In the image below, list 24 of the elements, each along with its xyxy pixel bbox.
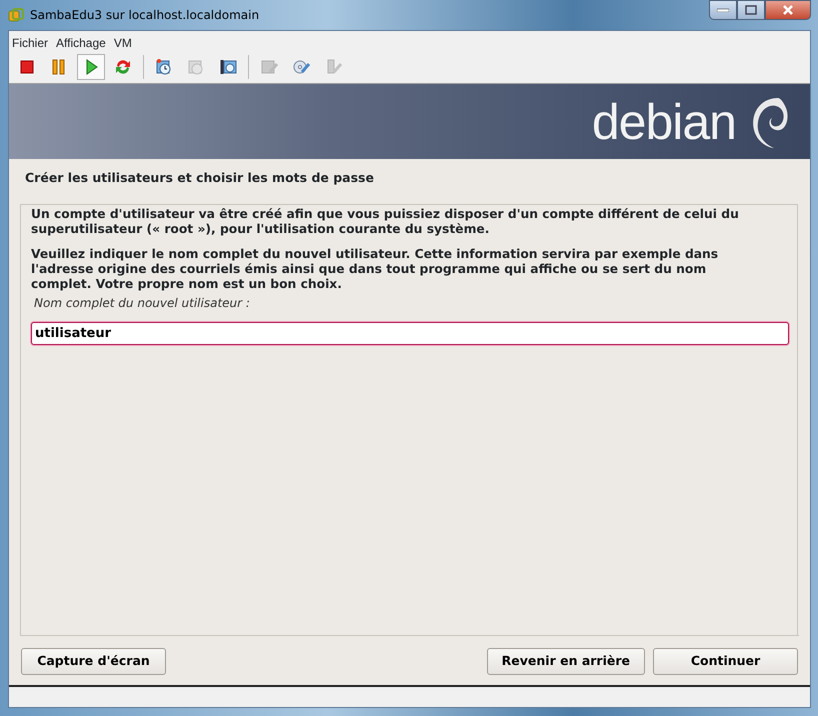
- window-title: SambaEdu3 sur localhost.localdomain: [30, 7, 260, 24]
- menu-item[interactable]: VM: [114, 34, 132, 52]
- maximize-icon: [745, 5, 757, 15]
- close-button[interactable]: [765, 0, 811, 20]
- step-heading: Créer les utilisateurs et choisir les mots de passe: [24, 169, 375, 187]
- dialog-button[interactable]: Capture d'écran: [21, 648, 166, 675]
- minimize-icon: [717, 8, 729, 12]
- paragraph-text: Un compte d'utilisateur va être créé afin que vous puissiez disposer d'un compte différent de celui du superutilisateur (« root »), pour l'utilisation courante du système.: [31, 206, 740, 237]
- paragraph-text: Veuillez indiquer le nom complet du nouvel utilisateur. Cette information servira par exemple dans l'adresse origine des courriels émis ainsi que dans tout programme qui affiche ou se sert du nom complet. Votre propre nom est un bon choix.: [31, 246, 720, 292]
- minimize-button[interactable]: [709, 0, 737, 20]
- field-label: Nom complet du nouvel utilisateur :: [33, 294, 251, 312]
- menu-item[interactable]: Fichier: [12, 34, 48, 52]
- maximize-button[interactable]: [737, 0, 765, 20]
- disc-wrench-icon: [292, 58, 310, 76]
- toolbar-button[interactable]: [77, 54, 105, 80]
- dialog-button[interactable]: Continuer: [653, 648, 798, 675]
- close-icon: [782, 5, 794, 15]
- logo-text: debian: [592, 96, 736, 146]
- app-icon: [8, 8, 24, 24]
- name-input-field[interactable]: utilisateur: [31, 322, 789, 346]
- refresh-icon: [114, 58, 132, 76]
- dialog-button[interactable]: Revenir en arrière: [486, 648, 645, 675]
- stop-icon: [18, 58, 36, 76]
- menu-item[interactable]: Affichage: [56, 34, 106, 52]
